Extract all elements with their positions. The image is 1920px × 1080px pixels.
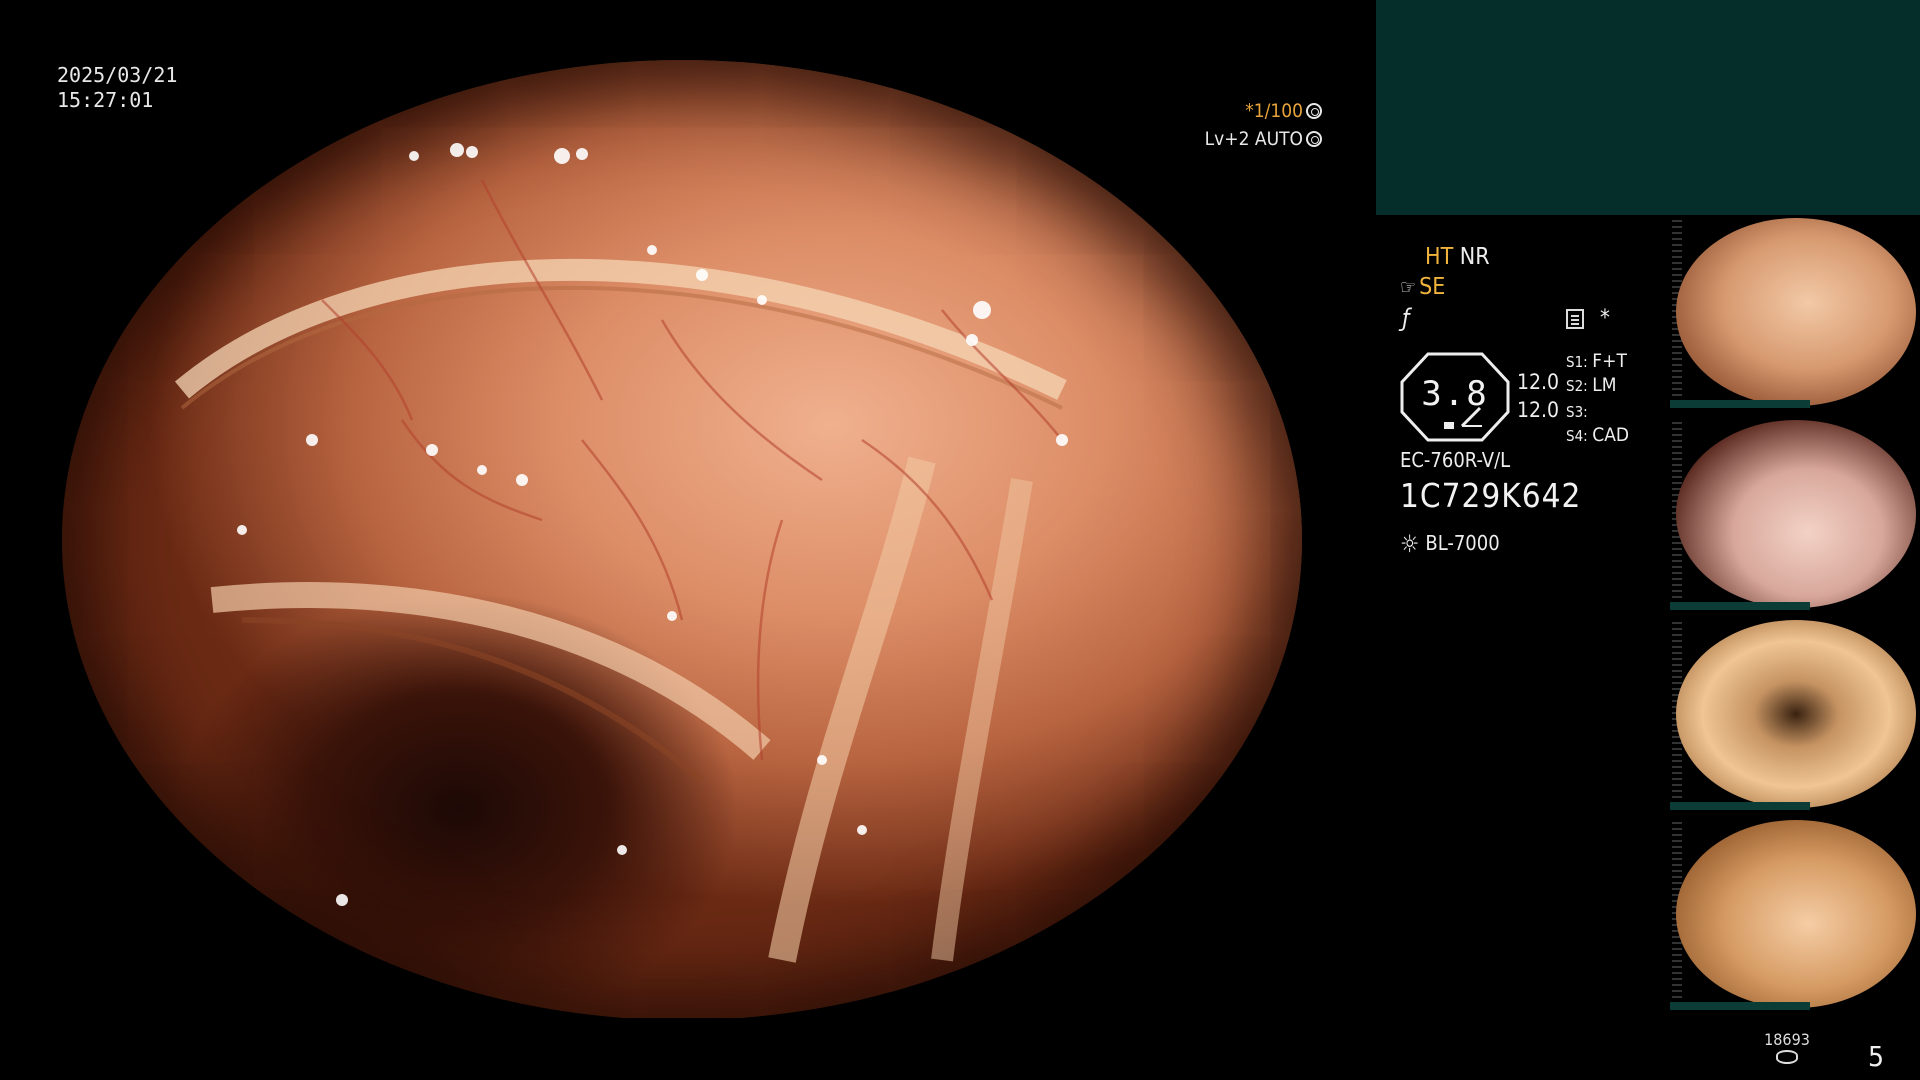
page-number: 5	[1868, 1040, 1885, 1073]
mucosa-texture	[174, 143, 1068, 963]
ht-nr-status: HT NR	[1425, 244, 1490, 270]
nr-label: NR	[1459, 244, 1490, 270]
thumbnail-image	[1676, 420, 1916, 608]
capture-thumbnail[interactable]	[1670, 818, 1920, 1010]
storage-icon	[1776, 1050, 1798, 1064]
capture-thumbnail[interactable]	[1670, 618, 1920, 810]
capture-thumbnail[interactable]	[1670, 216, 1920, 408]
switch-value: LM	[1592, 374, 1617, 396]
top-mask	[0, 0, 1380, 58]
switch-s1: S1: F+T	[1566, 350, 1627, 372]
se-status: ☞ SE	[1400, 274, 1445, 300]
bottom-mask	[0, 1018, 1380, 1080]
f-stroke-icon: ƒ	[1402, 304, 1410, 332]
scope-model: EC-760R-V/L	[1400, 448, 1511, 472]
zoom-value: 3.8	[1421, 374, 1489, 414]
switch-label: S3:	[1566, 403, 1588, 421]
iris-readout: Lv+2 AUTO	[1205, 126, 1322, 152]
switch-label: S2:	[1566, 377, 1588, 395]
switch-label: S1:	[1566, 353, 1588, 371]
hand-icon: ☞	[1400, 275, 1417, 299]
light-source: ☼ BL-7000	[1400, 530, 1500, 558]
ht-label: HT	[1425, 244, 1454, 270]
lamp-label: BL-7000	[1425, 531, 1500, 555]
capture-thumbnail[interactable]	[1670, 418, 1920, 610]
switch-s2: S2: LM	[1566, 374, 1617, 396]
memo-icon	[1566, 309, 1584, 329]
iris-text: Lv+2 AUTO	[1204, 128, 1303, 150]
image-counter: 18693	[1764, 1030, 1810, 1049]
aperture-icon	[1306, 103, 1322, 119]
thumbnail-bar	[1670, 400, 1810, 408]
sun-icon: ☼	[1400, 530, 1420, 558]
value-2: 12.0	[1517, 398, 1560, 422]
info-box	[1376, 0, 1920, 215]
iris-icon	[1306, 131, 1322, 147]
thumbnail-bar	[1670, 602, 1810, 610]
switch-value: F+T	[1592, 350, 1627, 372]
shutter-readout: *1/100	[1245, 98, 1322, 124]
value-1: 12.0	[1517, 370, 1560, 394]
switch-value: CAD	[1592, 424, 1630, 446]
switch-s3: S3:	[1566, 400, 1588, 422]
thumbnail-bar	[1670, 1002, 1810, 1010]
se-label: SE	[1419, 274, 1446, 300]
switch-s4: S4: CAD	[1566, 424, 1629, 446]
thumbnail-bar	[1670, 802, 1810, 810]
switch-label: S4:	[1566, 427, 1588, 445]
star-mark: *	[1600, 306, 1610, 331]
endoscope-view	[62, 60, 1302, 1020]
shutter-text: *1/100	[1245, 100, 1303, 122]
thumbnail-image	[1676, 218, 1916, 406]
thumbnail-image	[1676, 620, 1916, 808]
scope-serial: 1C729K642	[1400, 476, 1582, 515]
thumbnail-image	[1676, 820, 1916, 1008]
